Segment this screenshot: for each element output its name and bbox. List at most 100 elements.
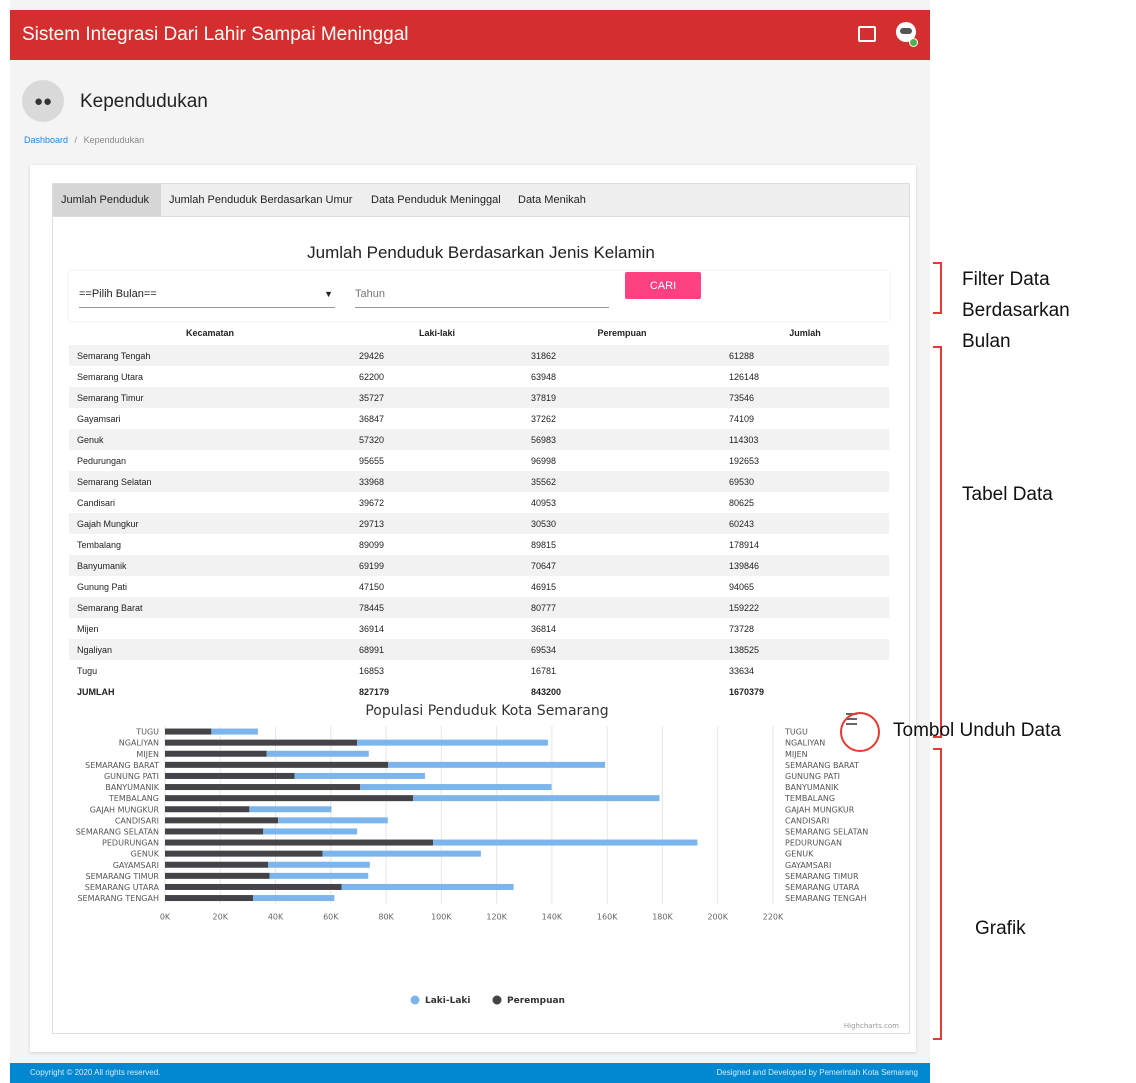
- table-row: Gunung Pati 47150 46915 94065: [69, 576, 889, 597]
- x-tick-label: 80K: [378, 913, 394, 922]
- bar-laki-laki[interactable]: [249, 806, 332, 813]
- chart-legend[interactable]: Laki-Laki Perempuan: [410, 995, 565, 1007]
- tab-jumlah-penduduk[interactable]: Jumlah Penduduk: [53, 184, 161, 216]
- bar-laki-laki[interactable]: [269, 872, 369, 879]
- bar-perempuan[interactable]: [165, 895, 254, 902]
- table-row: Tembalang 89099 89815 178914: [69, 534, 889, 555]
- bar-perempuan[interactable]: [165, 784, 361, 791]
- y-category-label-right: SEMARANG SELATAN: [785, 827, 868, 836]
- table-bracket: [933, 346, 942, 738]
- bar-perempuan[interactable]: [165, 861, 268, 868]
- annotation-line: Bulan: [962, 331, 1011, 352]
- y-category-label: SEMARANG UTARA: [85, 883, 160, 892]
- table-cell: Semarang Tengah: [69, 345, 351, 366]
- table-cell: 69534: [523, 639, 721, 660]
- bar-perempuan[interactable]: [165, 772, 295, 779]
- bar-perempuan[interactable]: [165, 728, 212, 735]
- bar-laki-laki[interactable]: [357, 739, 548, 746]
- top-bar: Sistem Integrasi Dari Lahir Sampai Menin…: [10, 10, 930, 60]
- table-cell: 37262: [531, 413, 557, 424]
- tab-bar: Jumlah Penduduk Jumlah Penduduk Berdasar…: [52, 183, 910, 217]
- bar-perempuan[interactable]: [165, 739, 358, 746]
- bar-laki-laki[interactable]: [211, 728, 258, 735]
- table-annotation: Tabel Data: [962, 484, 1053, 505]
- table-cell: 68991: [351, 639, 523, 660]
- bar-perempuan[interactable]: [165, 761, 389, 768]
- table-cell: 80777: [523, 597, 721, 618]
- table-cell: Tugu: [77, 665, 98, 676]
- chart-credits[interactable]: Highcharts.com: [844, 1022, 899, 1030]
- bar-perempuan[interactable]: [165, 795, 414, 802]
- table-cell: 69530: [721, 471, 889, 492]
- bar-laki-laki[interactable]: [413, 795, 660, 802]
- bar-perempuan[interactable]: [165, 817, 279, 824]
- download-annotation: Tombol Unduh Data: [893, 720, 1061, 741]
- table-cell: 31862: [523, 345, 721, 366]
- bar-laki-laki[interactable]: [388, 761, 606, 768]
- table-row: Genuk 57320 56983 114303: [69, 429, 889, 450]
- legend-label-laki-laki[interactable]: Laki-Laki: [425, 996, 471, 1006]
- legend-marker-laki-laki[interactable]: [410, 995, 420, 1005]
- bar-perempuan[interactable]: [165, 850, 323, 857]
- bar-laki-laki[interactable]: [294, 772, 425, 779]
- table-cell: Candisari: [77, 497, 116, 508]
- bar-laki-laki[interactable]: [433, 839, 698, 846]
- bar-perempuan[interactable]: [165, 839, 434, 846]
- table-cell: 29426: [351, 345, 523, 366]
- dropdown-caret-icon: ▼: [324, 289, 333, 299]
- filter-bracket: [933, 262, 942, 314]
- legend-label-perempuan[interactable]: Perempuan: [507, 996, 565, 1006]
- tab-penduduk-meninggal[interactable]: Data Penduduk Meninggal: [363, 184, 509, 216]
- bar-perempuan[interactable]: [165, 806, 250, 813]
- tab-data-menikah[interactable]: Data Menikah: [510, 184, 594, 216]
- table-cell: 36914: [359, 623, 385, 634]
- year-input[interactable]: [355, 281, 609, 308]
- y-category-label-right: PEDURUNGAN: [785, 839, 842, 848]
- bar-laki-laki[interactable]: [266, 750, 369, 757]
- table-cell: 35727: [351, 387, 523, 408]
- bar-laki-laki[interactable]: [253, 895, 335, 902]
- bar-laki-laki[interactable]: [341, 883, 514, 890]
- people-icon: ●●: [22, 80, 64, 122]
- bar-laki-laki[interactable]: [278, 817, 388, 824]
- y-category-label-right: GAJAH MUNGKUR: [785, 805, 855, 814]
- bar-perempuan[interactable]: [165, 883, 342, 890]
- month-select[interactable]: ==Pilih Bulan== ▼: [79, 281, 335, 308]
- y-category-label: NGALIYAN: [119, 739, 159, 748]
- table-cell: 192653: [729, 455, 760, 466]
- table-cell: 159222: [721, 597, 889, 618]
- legend-marker-perempuan[interactable]: [492, 995, 502, 1005]
- table-cell: Gajah Mungkur: [69, 513, 351, 534]
- download-highlight-circle: [840, 712, 880, 752]
- table-cell: 138525: [721, 639, 889, 660]
- y-category-label-right: SEMARANG TIMUR: [785, 872, 859, 881]
- bar-laki-laki[interactable]: [322, 850, 481, 857]
- table-cell: Mijen: [77, 623, 99, 634]
- breadcrumb-dashboard-link[interactable]: Dashboard: [24, 135, 68, 145]
- table-row: Candisari 39672 40953 80625: [69, 492, 889, 513]
- bar-laki-laki[interactable]: [360, 784, 552, 791]
- bar-laki-laki[interactable]: [267, 861, 370, 868]
- search-button[interactable]: CARI: [625, 272, 701, 299]
- bar-perempuan[interactable]: [165, 872, 270, 879]
- table-cell: 62200: [359, 371, 385, 382]
- table-cell: 30530: [523, 513, 721, 534]
- fullscreen-icon[interactable]: [858, 26, 876, 42]
- bar-perempuan[interactable]: [165, 828, 264, 835]
- y-category-label-right: TEMBALANG: [784, 794, 835, 803]
- y-category-label: GAYAMSARI: [113, 861, 159, 870]
- y-category-label: TEMBALANG: [108, 794, 159, 803]
- table-cell: Banyumanik: [69, 555, 351, 576]
- y-category-label-right: BANYUMANIK: [785, 783, 839, 792]
- y-category-label: SEMARANG TENGAH: [77, 894, 159, 903]
- x-tick-label: 160K: [597, 913, 618, 922]
- content-card: Jumlah Penduduk Jumlah Penduduk Berdasar…: [30, 165, 916, 1052]
- table-cell: Tembalang: [77, 539, 122, 550]
- table-row: Gayamsari 36847 37262 74109: [69, 408, 889, 429]
- y-category-label: SEMARANG BARAT: [85, 761, 159, 770]
- table-cell: 95655: [359, 455, 385, 466]
- table-row: Semarang Timur 35727 37819 73546: [69, 387, 889, 408]
- bar-perempuan[interactable]: [165, 750, 267, 757]
- bar-laki-laki[interactable]: [263, 828, 358, 835]
- tab-penduduk-umur[interactable]: Jumlah Penduduk Berdasarkan Umur: [161, 184, 360, 216]
